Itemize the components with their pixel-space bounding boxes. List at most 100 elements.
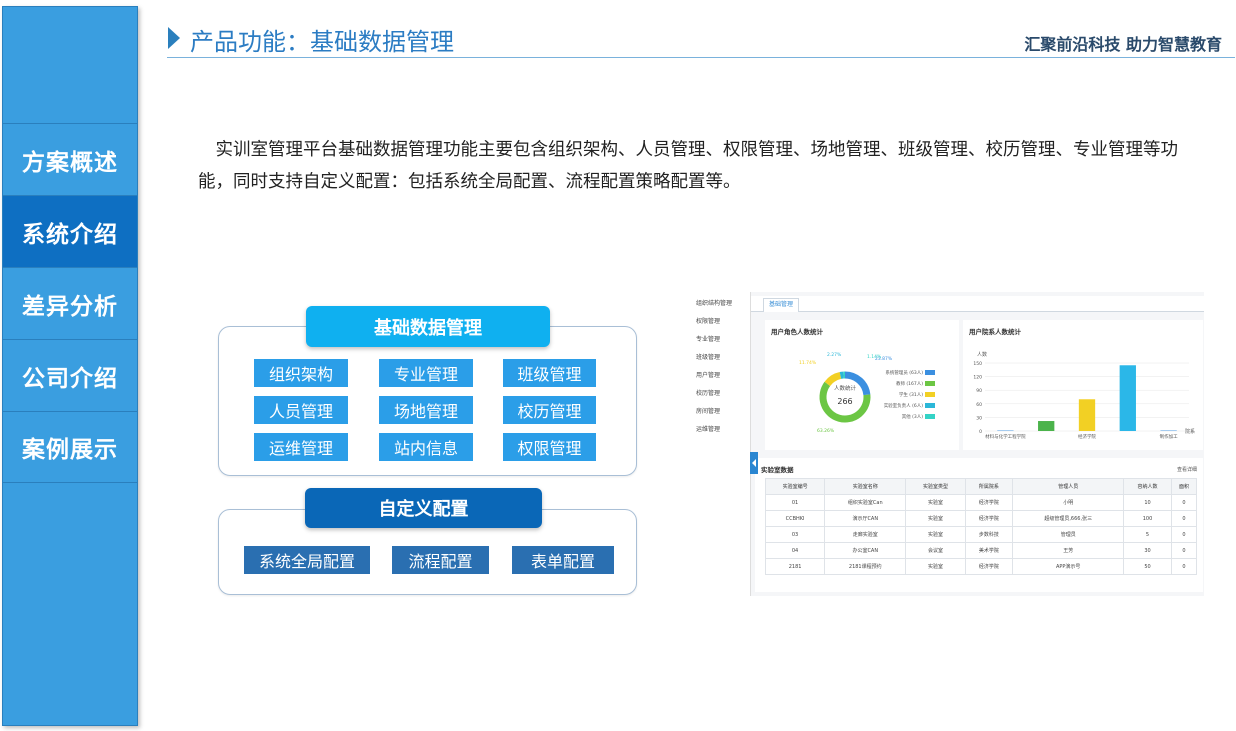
menu-item[interactable]: 班级管理 [696,354,732,372]
config-chip: 系统全局配置 [244,546,370,574]
y-tick-label: 60 [976,402,982,408]
table-cell: 美术学院 [964,542,1014,559]
table-cell: 王芳 [1012,542,1125,559]
screenshot-panel: 基础管理 用户角色人数统计 人数统计 266 23.87% 63.26% 11.74… [750,292,1204,596]
header-slogan: 汇聚前沿科技 助力智慧教育 [1024,35,1222,54]
y-tick-label: 0 [979,429,982,435]
table-cell: APP演示号 [1012,558,1125,575]
sidebar-item-overview[interactable]: 方案概述 [3,123,137,195]
table-cell: 管理员 [1012,526,1125,543]
module-chip: 运维管理 [254,433,348,461]
lab-table-more-link[interactable]: 查看详细 [1177,466,1197,473]
table-cell: 办公室CAN [824,542,907,559]
table-cell: 实验室 [905,526,966,543]
menu-item[interactable]: 专业管理 [696,336,732,354]
y-tick-label: 150 [973,361,982,367]
table-cell: 0 [1170,542,1198,559]
table-row[interactable]: 03 走廊实验室 实验室 步数科技 管理员 5 0 [764,526,1198,543]
menu-item[interactable]: 运维管理 [696,426,732,444]
module-chip: 专业管理 [379,359,473,387]
legend-label: 系统管理员 (63人) [885,369,923,376]
sidebar-item-difference-analysis[interactable]: 差异分析 [3,267,137,339]
table-cell: 100 [1123,510,1172,527]
legend-swatch [925,370,935,375]
sidebar-item-label: 案例展示 [22,437,118,463]
sidebar-item-label: 方案概述 [22,149,118,176]
table-cell: 2181 [764,558,826,575]
y-tick-label: 30 [976,415,982,421]
collapse-sidebar-button[interactable] [750,452,758,474]
table-row[interactable]: 2181 2181课程预约 实验室 经济学院 APP演示号 50 0 [764,558,1198,575]
sidebar-item-system-intro[interactable]: 系统介绍 [3,195,137,267]
page-title: 产品功能：基础数据管理 [190,28,454,56]
donut-slice-label: 1.14% [867,354,882,360]
base-data-title: 基础数据管理 [306,306,550,347]
menu-item[interactable]: 房间管理 [696,408,732,426]
table-cell: 0 [1170,558,1198,575]
y-tick-label: 90 [976,388,982,394]
table-cell: 0 [1170,526,1198,543]
legend-swatch [925,381,935,386]
donut-slice-label: 11.74% [799,360,817,366]
donut-slice-label: 2.27% [827,352,842,358]
module-chip: 站内信息 [379,433,473,461]
donut-center-value: 266 [837,397,852,406]
module-chip: 校历管理 [503,396,596,424]
table-cell: 10 [1123,494,1172,511]
table-cell: 50 [1123,558,1172,575]
sidebar-item-case-showcase[interactable]: 案例展示 [3,411,137,483]
table-cell: CCBHKI [764,510,826,527]
donut-chart: 人数统计 266 23.87%63.26%11.74%2.27% 1.14% 系统… [799,352,935,434]
table-header-cell: 面积 [1170,478,1198,495]
module-chip: 组织架构 [254,359,348,387]
x-tick-label: 制作加工 [1160,433,1178,440]
legend-label: 其他 (3人) [902,413,924,420]
table-header-cell: 管理人员 [1012,478,1125,495]
sidebar: 方案概述 系统介绍 差异分析 公司介绍 案例展示 [2,6,138,726]
donut-card: 用户角色人数统计 人数统计 266 23.87% 63.26% 11.74% 2.27… [765,320,959,450]
bar-ylabel: 人数 [977,351,987,358]
screenshot-tabbar: 基础管理 [751,296,1204,312]
table-cell: 演示厅CAN [824,510,907,527]
table-header-cell: 实验室类型 [905,478,966,495]
sidebar-item-company-intro[interactable]: 公司介绍 [3,339,137,411]
table-cell: 0 [1170,510,1198,527]
sidebar-nav: 方案概述 系统介绍 差异分析 公司介绍 案例展示 [3,123,137,483]
legend-swatch [925,414,935,419]
donut-slice [824,372,842,387]
table-cell: 30 [1123,542,1172,559]
tab-basic-management[interactable]: 基础管理 [763,298,799,312]
table-row[interactable]: CCBHKI 演示厅CAN 实验室 经济学院 超级管理员,666,张三 100 0 [764,510,1198,527]
table-cell: 实验室 [905,558,966,575]
module-chip: 场地管理 [379,396,473,424]
bar-card: 用户院系人数统计 人数 院系 150 120 90 60 30 0 材料与化学工程学院 经济… [963,320,1203,450]
menu-item[interactable]: 组织结构管理 [696,300,732,318]
table-cell: 04 [764,542,826,559]
donut-center-label: 人数统计 [834,384,857,392]
bar-chart: 人数 院系 150 120 90 60 30 0 材料与化学工程学院 经济学院 制作加工 [973,351,1195,440]
slide: 方案概述 系统介绍 差异分析 公司介绍 案例展示 产品功能：基础数据管理 汇聚前… [0,0,1236,731]
menu-item[interactable]: 权限管理 [696,318,732,336]
module-chip: 权限管理 [503,433,596,461]
table-cell: 实验室 [905,494,966,511]
sidebar-item-label: 差异分析 [22,293,118,320]
sidebar-item-label: 公司介绍 [22,365,118,392]
table-cell: 2181课程预约 [824,558,907,575]
x-tick-label: 经济学院 [1078,433,1096,440]
table-row[interactable]: 01 组织实验室Can 实验室 经济学院 小明 10 0 [764,494,1198,511]
header-divider [167,57,1235,58]
table-cell: 会议室 [905,542,966,559]
bar [1078,399,1096,431]
legend-label: 教师 (167人) [896,380,923,387]
legend-label: 实验室负责人 (6人) [884,402,924,409]
module-chip: 人员管理 [254,396,348,424]
table-cell: 经济学院 [964,558,1014,575]
module-chip: 班级管理 [503,359,596,387]
menu-item[interactable]: 用户管理 [696,372,732,390]
menu-item[interactable]: 校历管理 [696,390,732,408]
table-header-cell: 实验室名称 [824,478,907,495]
lab-table-title: 实验室数据 [761,466,794,474]
table-header-cell: 容纳人数 [1123,478,1172,495]
table-row[interactable]: 04 办公室CAN 会议室 美术学院 王芳 30 0 [764,542,1198,559]
table-header-cell: 实验室编号 [764,478,826,495]
